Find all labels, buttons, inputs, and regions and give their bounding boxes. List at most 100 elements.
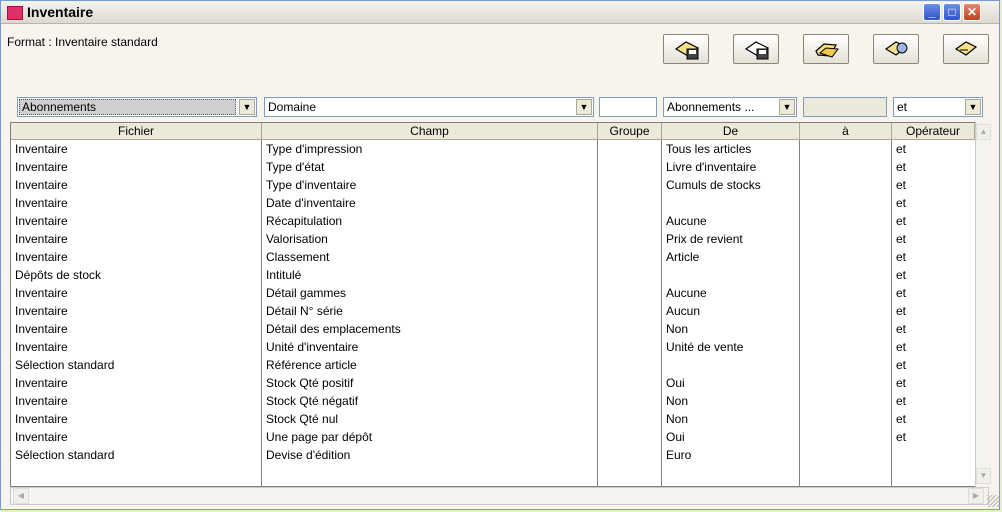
cell-groupe[interactable]: [598, 429, 661, 447]
cell-a[interactable]: [800, 303, 891, 321]
table-row[interactable]: Inventaire Date d'inventaire et: [11, 195, 971, 213]
table-row[interactable]: Dépôts de stock Intitulé et: [11, 267, 971, 285]
cell-champ[interactable]: Classement: [262, 249, 597, 267]
cell-a[interactable]: [800, 231, 891, 249]
cell-groupe[interactable]: [598, 393, 661, 411]
edit-button[interactable]: [943, 34, 989, 64]
cell-champ[interactable]: Unité d'inventaire: [262, 339, 597, 357]
cell-de[interactable]: Non: [662, 393, 799, 411]
cell-fichier[interactable]: Inventaire: [11, 231, 261, 249]
cell-a[interactable]: [800, 357, 891, 375]
close-button[interactable]: ✕: [963, 3, 981, 21]
cell-de[interactable]: Aucune: [662, 285, 799, 303]
column-header-fichier[interactable]: Fichier: [11, 123, 262, 140]
cell-fichier[interactable]: Inventaire: [11, 141, 261, 159]
cell-de[interactable]: Unité de vente: [662, 339, 799, 357]
maximize-button[interactable]: □: [943, 3, 961, 21]
cell-a[interactable]: [800, 447, 891, 465]
cell-de[interactable]: Aucune: [662, 213, 799, 231]
table-row[interactable]: Inventaire Stock Qté négatif Non et: [11, 393, 971, 411]
table-row[interactable]: Inventaire Une page par dépôt Oui et: [11, 429, 971, 447]
table-row[interactable]: Inventaire Stock Qté nul Non et: [11, 411, 971, 429]
cell-groupe[interactable]: [598, 303, 661, 321]
cell-de[interactable]: [662, 195, 799, 213]
title-bar[interactable]: Inventaire _ □ ✕: [1, 1, 999, 24]
column-header-groupe[interactable]: Groupe: [598, 123, 662, 140]
de-select[interactable]: Abonnements ... ▼: [663, 97, 797, 117]
cell-fichier[interactable]: Inventaire: [11, 213, 261, 231]
minimize-button[interactable]: _: [923, 3, 941, 21]
cell-operateur[interactable]: et: [892, 321, 975, 339]
cell-groupe[interactable]: [598, 195, 661, 213]
scroll-down-button[interactable]: ▼: [976, 468, 991, 484]
column-header-champ[interactable]: Champ: [262, 123, 598, 140]
cell-champ[interactable]: Détail N° série: [262, 303, 597, 321]
cell-a[interactable]: [800, 411, 891, 429]
cell-de[interactable]: Livre d'inventaire: [662, 159, 799, 177]
cell-a[interactable]: [800, 393, 891, 411]
a-input[interactable]: [803, 97, 887, 117]
cell-de[interactable]: Oui: [662, 375, 799, 393]
cell-champ[interactable]: Une page par dépôt: [262, 429, 597, 447]
cell-operateur[interactable]: et: [892, 411, 975, 429]
cell-groupe[interactable]: [598, 231, 661, 249]
chevron-down-icon[interactable]: ▼: [779, 99, 795, 115]
scroll-left-button[interactable]: ◀: [13, 488, 29, 504]
chevron-down-icon[interactable]: ▼: [965, 99, 981, 115]
fichier-select[interactable]: Abonnements ▼: [17, 97, 257, 117]
cell-de[interactable]: Oui: [662, 429, 799, 447]
cell-groupe[interactable]: [598, 447, 661, 465]
cell-operateur[interactable]: et: [892, 393, 975, 411]
options-button[interactable]: [873, 34, 919, 64]
cell-fichier[interactable]: Inventaire: [11, 159, 261, 177]
cell-fichier[interactable]: Inventaire: [11, 177, 261, 195]
table-row[interactable]: Inventaire Détail des emplacements Non et: [11, 321, 971, 339]
scroll-up-button[interactable]: ▲: [976, 124, 991, 140]
champ-select[interactable]: Domaine ▼: [264, 97, 594, 117]
open-folder-button[interactable]: [803, 34, 849, 64]
cell-operateur[interactable]: et: [892, 177, 975, 195]
cell-de[interactable]: Aucun: [662, 303, 799, 321]
cell-operateur[interactable]: et: [892, 195, 975, 213]
cell-champ[interactable]: Détail gammes: [262, 285, 597, 303]
cell-fichier[interactable]: Sélection standard: [11, 447, 261, 465]
cell-a[interactable]: [800, 285, 891, 303]
table-row[interactable]: Inventaire Classement Article et: [11, 249, 971, 267]
cell-fichier[interactable]: Inventaire: [11, 321, 261, 339]
cell-champ[interactable]: Stock Qté positif: [262, 375, 597, 393]
cell-a[interactable]: [800, 321, 891, 339]
cell-champ[interactable]: Stock Qté négatif: [262, 393, 597, 411]
cell-operateur[interactable]: et: [892, 213, 975, 231]
cell-operateur[interactable]: et: [892, 429, 975, 447]
cell-champ[interactable]: Intitulé: [262, 267, 597, 285]
table-row[interactable]: Inventaire Valorisation Prix de revient et: [11, 231, 971, 249]
table-row[interactable]: Inventaire Détail N° série Aucun et: [11, 303, 971, 321]
cell-a[interactable]: [800, 141, 891, 159]
cell-groupe[interactable]: [598, 177, 661, 195]
cell-groupe[interactable]: [598, 411, 661, 429]
cell-champ[interactable]: Type d'inventaire: [262, 177, 597, 195]
table-row[interactable]: Inventaire Détail gammes Aucune et: [11, 285, 971, 303]
cell-groupe[interactable]: [598, 213, 661, 231]
cell-de[interactable]: Non: [662, 321, 799, 339]
cell-champ[interactable]: Référence article: [262, 357, 597, 375]
cell-de[interactable]: Article: [662, 249, 799, 267]
cell-groupe[interactable]: [598, 159, 661, 177]
cell-fichier[interactable]: Inventaire: [11, 195, 261, 213]
cell-a[interactable]: [800, 375, 891, 393]
cell-champ[interactable]: Valorisation: [262, 231, 597, 249]
save-selection-button[interactable]: [663, 34, 709, 64]
resize-grip-icon[interactable]: [987, 495, 999, 507]
cell-groupe[interactable]: [598, 285, 661, 303]
cell-de[interactable]: Non: [662, 411, 799, 429]
cell-operateur[interactable]: [892, 447, 975, 465]
cell-operateur[interactable]: et: [892, 231, 975, 249]
cell-operateur[interactable]: et: [892, 141, 975, 159]
table-row[interactable]: Sélection standard Devise d'édition Euro: [11, 447, 971, 465]
cell-fichier[interactable]: Dépôts de stock: [11, 267, 261, 285]
cell-groupe[interactable]: [598, 339, 661, 357]
column-header-operateur[interactable]: Opérateur: [892, 123, 975, 140]
cell-fichier[interactable]: Inventaire: [11, 285, 261, 303]
chevron-down-icon[interactable]: ▼: [576, 99, 592, 115]
cell-champ[interactable]: Devise d'édition: [262, 447, 597, 465]
